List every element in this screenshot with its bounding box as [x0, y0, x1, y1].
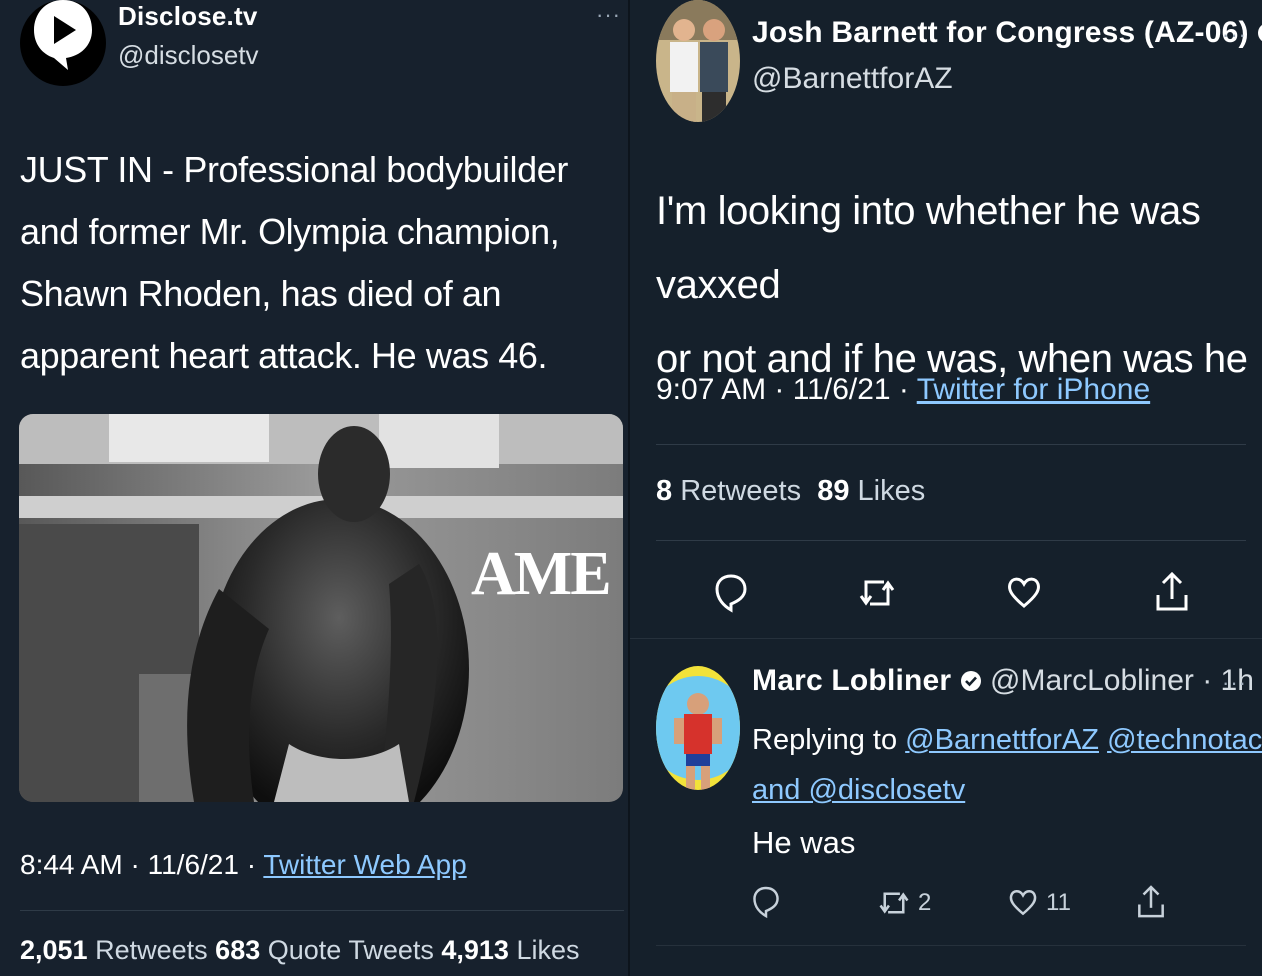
author-name-josh: Josh Barnett for Congress (AZ-06)	[752, 16, 1262, 50]
engagement-stats-josh: 8 Retweets 89 Likes	[656, 475, 925, 508]
retweet-icon	[879, 892, 909, 914]
retweet-count[interactable]: 8	[656, 475, 672, 507]
author-name[interactable]: Marc Lobliner	[752, 664, 951, 697]
author-handle[interactable]: @disclosetv	[118, 40, 259, 71]
more-options-icon[interactable]: ···	[1222, 670, 1247, 696]
share-icon	[1156, 571, 1188, 611]
tweet-body-josh: I'm looking into whether he was vaxxed o…	[656, 174, 1262, 396]
mention-link[interactable]: @BarnettforAZ	[905, 724, 1099, 756]
mention-link[interactable]: @technotac0	[1107, 724, 1262, 756]
more-options-icon[interactable]: ···	[1222, 22, 1247, 48]
tweet-source-link[interactable]: Twitter for iPhone	[917, 373, 1150, 406]
avatar-photo	[656, 0, 740, 122]
tweet-timestamp-josh: 9:07 AM · 11/6/21 · Twitter for iPhone	[656, 373, 1150, 407]
timestamp-text: 8:44 AM · 11/6/21 ·	[20, 849, 264, 880]
retweet-icon	[859, 580, 895, 606]
author-name[interactable]: Disclose.tv	[118, 1, 258, 32]
like-label[interactable]: Likes	[858, 475, 926, 507]
reply-header: Marc Lobliner @MarcLobliner · 1h	[752, 664, 1254, 698]
reply-icon	[715, 574, 747, 613]
like-label[interactable]: Likes	[516, 935, 579, 965]
josh-barnett-avatar[interactable]	[656, 0, 740, 122]
author-handle-josh[interactable]: @BarnettforAZ	[752, 62, 953, 96]
tweet-line: apparent heart attack. He was 46.	[20, 335, 548, 376]
author-handle-time[interactable]: @MarcLobliner · 1h	[990, 664, 1254, 697]
share-button[interactable]	[1136, 884, 1166, 920]
tweet-line: Shawn Rhoden, has died of an	[20, 273, 502, 314]
like-count[interactable]: 89	[817, 475, 849, 507]
quote-count[interactable]: 683	[215, 935, 260, 965]
tweet-body: JUST IN - Professional bodybuilder and f…	[20, 139, 568, 387]
reply-like-count[interactable]: 11	[1046, 889, 1071, 917]
replying-to-label: Replying to	[752, 724, 906, 756]
avatar-photo	[656, 666, 740, 790]
tweet-timestamp: 8:44 AM · 11/6/21 · Twitter Web App	[20, 849, 467, 881]
timestamp-text: 9:07 AM · 11/6/21 ·	[656, 373, 917, 406]
reply-button[interactable]	[714, 573, 748, 613]
more-options-icon[interactable]: ···	[596, 2, 621, 28]
divider	[656, 945, 1246, 946]
retweet-button[interactable]	[858, 576, 896, 610]
like-button[interactable]	[1008, 887, 1038, 917]
divider	[20, 910, 624, 911]
marc-lobliner-avatar[interactable]	[656, 666, 740, 790]
author-name[interactable]: Josh Barnett for Congress (AZ-06)	[752, 16, 1249, 49]
replying-to: Replying to @BarnettforAZ @technotac0 an…	[752, 715, 1262, 815]
disclose-tv-avatar[interactable]	[20, 0, 106, 86]
divider	[630, 638, 1262, 639]
divider	[656, 540, 1246, 541]
tweet-line: JUST IN - Professional bodybuilder	[20, 149, 568, 190]
heart-icon	[1009, 890, 1037, 916]
verified-badge-icon	[960, 671, 981, 691]
tweet-line: I'm looking into whether he was vaxxed	[656, 189, 1201, 307]
retweet-count[interactable]: 2,051	[20, 935, 88, 965]
like-count[interactable]: 4,913	[441, 935, 509, 965]
tweet-line: and former Mr. Olympia champion,	[20, 211, 560, 252]
reply-button[interactable]	[752, 885, 780, 919]
left-tweet-panel: Disclose.tv @disclosetv ··· JUST IN - Pr…	[0, 0, 628, 976]
photo-banner-text: AME	[471, 540, 612, 608]
reply-icon	[753, 886, 779, 919]
like-button[interactable]	[1006, 574, 1042, 610]
disclose-tv-logo-icon	[34, 0, 92, 70]
reply-body: He was	[752, 825, 856, 860]
retweet-button[interactable]	[878, 888, 910, 918]
tweet-media-photo[interactable]: AME	[19, 414, 623, 802]
share-button[interactable]	[1154, 571, 1190, 613]
divider	[656, 444, 1246, 445]
share-icon	[1138, 885, 1164, 918]
tweet-source-link[interactable]: Twitter Web App	[263, 849, 466, 880]
mention-link[interactable]: and @disclosetv	[752, 774, 965, 806]
engagement-stats: 2,051 Retweets 683 Quote Tweets 4,913 Li…	[20, 935, 580, 966]
retweet-label[interactable]: Retweets	[95, 935, 208, 965]
verified-badge-icon	[1258, 25, 1262, 41]
reply-retweet-count[interactable]: 2	[918, 889, 931, 917]
heart-icon	[1008, 577, 1040, 608]
quote-label[interactable]: Quote Tweets	[268, 935, 434, 965]
retweet-label[interactable]: Retweets	[680, 475, 801, 507]
